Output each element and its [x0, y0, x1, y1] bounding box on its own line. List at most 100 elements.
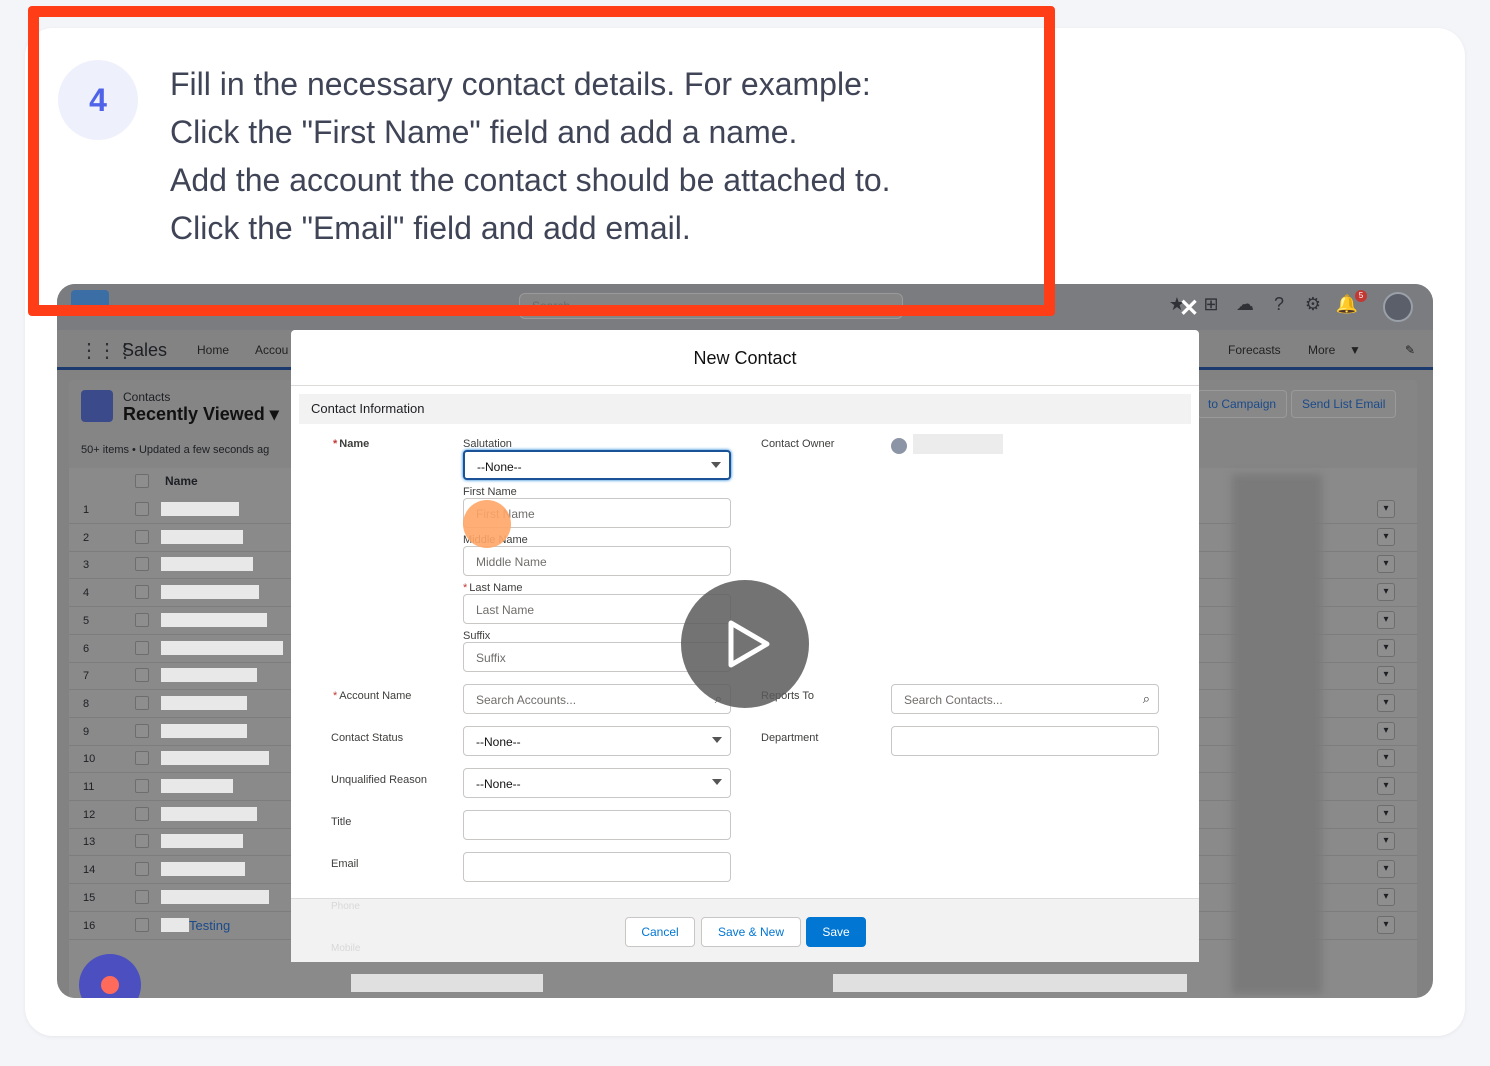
unqualified-reason-select[interactable]: --None-- — [463, 768, 731, 798]
row-checkbox[interactable] — [135, 806, 149, 821]
instruction-line: Add the account the contact should be at… — [170, 162, 891, 198]
row-checkbox[interactable] — [135, 502, 149, 516]
department-input[interactable] — [891, 726, 1159, 756]
row-actions-icon[interactable]: ▾ — [1377, 666, 1395, 685]
contacts-icon — [81, 390, 113, 422]
nav-item-accounts[interactable]: Accou — [255, 343, 288, 357]
nav-item-more[interactable]: More — [1308, 343, 1335, 357]
row-name-redacted[interactable] — [161, 806, 257, 821]
object-label: Contacts — [123, 390, 171, 404]
row-checkbox[interactable] — [135, 695, 149, 710]
department-label: Department — [761, 732, 819, 744]
help-icon[interactable]: ? — [1267, 292, 1291, 316]
gear-icon[interactable]: ⚙ — [1301, 292, 1325, 316]
select-all-checkbox[interactable] — [135, 474, 149, 488]
title-label: Title — [331, 816, 352, 828]
row-actions-icon[interactable]: ▾ — [1377, 527, 1395, 546]
row-actions-icon[interactable]: ▾ — [1377, 555, 1395, 574]
row-actions-icon[interactable]: ▾ — [1377, 777, 1395, 795]
row-name-redacted[interactable] — [161, 529, 243, 544]
close-icon[interactable]: ✕ — [1179, 294, 1199, 323]
avatar[interactable] — [1383, 292, 1413, 322]
row-name-redacted[interactable] — [161, 585, 259, 600]
row-checkbox[interactable] — [135, 668, 149, 683]
row-name-redacted[interactable] — [161, 668, 257, 683]
row-checkbox[interactable] — [135, 557, 149, 572]
screenshot-frame: Search... ★ ⊞ ☁ ? ⚙ 🔔 5 ✕ ⋮⋮⋮ Sales Home… — [57, 284, 1433, 998]
send-list-email-button[interactable]: Send List Email — [1291, 390, 1397, 418]
salutation-label: Salutation — [463, 438, 512, 450]
row-actions-icon[interactable]: ▾ — [1377, 749, 1395, 768]
cancel-button[interactable]: Cancel — [625, 917, 695, 947]
row-name-redacted[interactable] — [161, 723, 247, 738]
edit-nav-icon[interactable]: ✎ — [1405, 343, 1415, 357]
row-actions-icon[interactable]: ▾ — [1377, 915, 1395, 934]
row-name-redacted[interactable] — [161, 502, 239, 516]
account-name-label: * Account Name — [333, 690, 412, 702]
add-to-campaign-button[interactable]: to Campaign — [1197, 390, 1288, 418]
row-checkbox[interactable] — [135, 834, 149, 849]
middle-name-input[interactable]: Middle Name — [463, 546, 731, 576]
chevron-down-icon[interactable]: ▼ — [1349, 343, 1361, 357]
row-number: 2 — [83, 531, 90, 544]
row-name-link[interactable]: Testing — [189, 918, 230, 933]
save-and-new-button[interactable]: Save & New — [701, 917, 801, 947]
row-actions-icon[interactable]: ▾ — [1377, 638, 1395, 657]
row-actions-icon[interactable]: ▾ — [1377, 500, 1395, 518]
row-name-redacted[interactable] — [161, 779, 233, 793]
list-meta: 50+ items • Updated a few seconds ag — [81, 444, 270, 456]
row-actions-icon[interactable]: ▾ — [1377, 832, 1395, 851]
play-icon — [728, 620, 770, 668]
instruction-line: Fill in the necessary contact details. F… — [170, 66, 871, 102]
row-actions-icon[interactable]: ▾ — [1377, 860, 1395, 879]
row-checkbox[interactable] — [135, 751, 149, 766]
row-checkbox[interactable] — [135, 779, 149, 793]
column-header-name[interactable]: Name — [165, 474, 198, 488]
play-button[interactable] — [681, 580, 809, 708]
row-name-redacted[interactable] — [161, 557, 253, 572]
row-actions-icon[interactable]: ▾ — [1377, 887, 1395, 906]
row-checkbox[interactable] — [135, 723, 149, 738]
global-search-input[interactable]: Search... — [519, 293, 903, 319]
email-input[interactable] — [463, 852, 731, 882]
trailhead-icon[interactable]: ☁ — [1233, 292, 1257, 316]
reports-to-search-input[interactable]: Search Contacts... ⌕ — [891, 684, 1159, 714]
row-name-redacted[interactable] — [161, 834, 243, 849]
list-view-selector[interactable]: Recently Viewed ▾ — [123, 404, 279, 425]
salutation-select[interactable]: --None-- — [463, 450, 731, 480]
nav-item-home[interactable]: Home — [197, 343, 229, 357]
row-name-redacted[interactable] — [161, 695, 247, 710]
row-name-redacted[interactable] — [161, 751, 269, 766]
row-checkbox[interactable] — [135, 862, 149, 877]
row-name-redacted[interactable] — [161, 612, 267, 627]
chevron-down-icon — [712, 779, 722, 785]
account-search-input[interactable]: Search Accounts...⌕ — [463, 684, 731, 714]
nav-item-forecasts[interactable]: Forecasts — [1228, 343, 1281, 357]
row-checkbox[interactable] — [135, 529, 149, 544]
row-name-redacted[interactable] — [161, 889, 269, 904]
title-input[interactable] — [463, 810, 731, 840]
instruction-line: Click the "Email" field and add email. — [170, 210, 691, 246]
save-button[interactable]: Save — [806, 917, 866, 947]
row-number: 5 — [83, 614, 90, 627]
add-icon[interactable]: ⊞ — [1199, 292, 1223, 316]
row-checkbox[interactable] — [135, 585, 149, 600]
row-checkbox[interactable] — [135, 612, 149, 627]
row-checkbox[interactable] — [135, 640, 149, 655]
row-actions-icon[interactable]: ▾ — [1377, 693, 1395, 712]
row-checkbox[interactable] — [135, 889, 149, 904]
row-actions-icon[interactable]: ▾ — [1377, 610, 1395, 629]
contact-status-select[interactable]: --None-- — [463, 726, 731, 756]
row-actions-icon[interactable]: ▾ — [1377, 583, 1395, 602]
phone-label-faded: Phone — [331, 901, 360, 912]
app-name: Sales — [122, 340, 168, 360]
row-actions-icon[interactable]: ▾ — [1377, 721, 1395, 740]
row-name-redacted[interactable] — [161, 640, 283, 655]
suffix-label: Suffix — [463, 630, 491, 642]
row-number: 6 — [83, 642, 90, 655]
row-checkbox[interactable] — [135, 917, 149, 932]
row-name-redacted[interactable] — [161, 862, 245, 877]
row-number: 15 — [83, 891, 96, 904]
row-actions-icon[interactable]: ▾ — [1377, 804, 1395, 823]
row-number: 7 — [83, 670, 90, 683]
